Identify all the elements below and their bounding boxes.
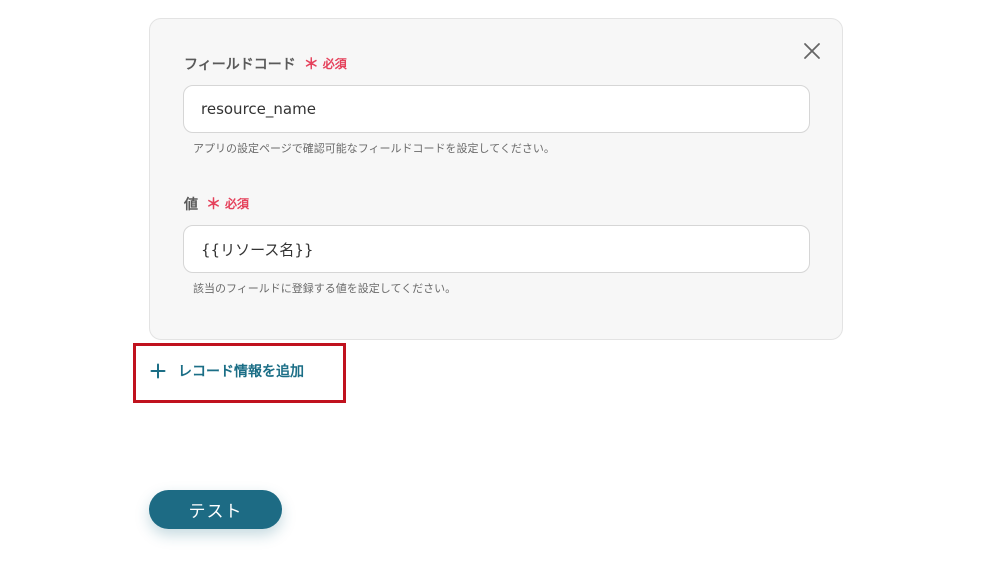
required-asterisk: ＊ (206, 195, 222, 213)
add-record-label: レコード情報を追加 (178, 364, 304, 380)
field-code-label: フィールドコード (184, 56, 296, 73)
value-label-row: 値 ＊ 必須 (184, 193, 249, 214)
value-label: 値 (184, 196, 198, 213)
field-code-help: アプリの設定ページで確認可能なフィールドコードを設定してください。 (193, 142, 555, 155)
test-button-label: テスト (188, 502, 243, 522)
required-badge: 必須 (225, 197, 250, 211)
field-code-label-row: フィールドコード ＊ 必須 (184, 53, 347, 74)
value-help: 該当のフィールドに登録する値を設定してください。 (193, 282, 457, 295)
test-button[interactable]: テスト (149, 490, 282, 529)
close-button[interactable] (802, 41, 822, 61)
plus-icon (150, 363, 166, 379)
value-input[interactable] (183, 225, 810, 273)
add-record-button[interactable]: レコード情報を追加 (150, 358, 304, 384)
required-asterisk: ＊ (303, 55, 319, 73)
required-badge: 必須 (322, 57, 347, 71)
record-field-card: フィールドコード ＊ 必須 アプリの設定ページで確認可能なフィールドコードを設定… (149, 18, 843, 340)
field-code-input[interactable] (183, 85, 810, 133)
close-icon[interactable] (802, 41, 822, 61)
